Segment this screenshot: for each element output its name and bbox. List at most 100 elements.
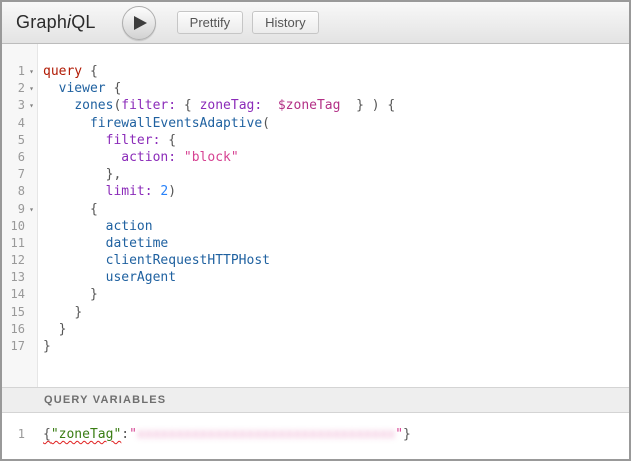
code-token <box>43 219 106 234</box>
query-editor[interactable]: 1▾query {2▾ viewer {3▾ zones(filter: { z… <box>2 44 629 387</box>
fold-gutter-spacer <box>25 166 38 183</box>
code-token: viewer <box>59 81 106 96</box>
code-line[interactable]: 15 } <box>2 304 629 321</box>
line-number: 1 <box>2 426 25 443</box>
code-line[interactable]: 6 action: "block" <box>2 149 629 166</box>
code-token: } <box>74 305 82 320</box>
code-token: { <box>43 427 51 442</box>
fold-arrow-icon[interactable]: ▾ <box>25 63 38 80</box>
line-number: 10 <box>2 218 25 235</box>
code-token <box>43 81 59 96</box>
code-text: datetime <box>38 235 168 252</box>
code-token <box>176 150 184 165</box>
query-code-lines: 1▾query {2▾ viewer {3▾ zones(filter: { z… <box>2 44 629 355</box>
code-token: query <box>43 64 82 79</box>
fold-gutter-spacer <box>25 132 38 149</box>
code-token <box>43 150 121 165</box>
code-line[interactable]: 11 datetime <box>2 235 629 252</box>
history-button[interactable]: History <box>252 11 318 34</box>
line-number: 7 <box>2 166 25 183</box>
code-line[interactable]: 3▾ zones(filter: { zoneTag: $zoneTag } )… <box>2 97 629 114</box>
code-text: {"zoneTag":"xxxxxxxxxxxxxxxxxxxxxxxxxxxx… <box>38 426 411 443</box>
app-title-part: QL <box>71 12 95 32</box>
code-token <box>43 98 74 113</box>
code-line[interactable]: 9▾ { <box>2 201 629 218</box>
fold-gutter-spacer <box>25 235 38 252</box>
code-line[interactable]: 13 userAgent <box>2 269 629 286</box>
code-token: $zoneTag <box>278 98 341 113</box>
code-line[interactable]: 1{"zoneTag":"xxxxxxxxxxxxxxxxxxxxxxxxxxx… <box>2 426 629 443</box>
code-token: } <box>43 339 51 354</box>
code-token: filter: <box>106 133 161 148</box>
line-number: 17 <box>2 338 25 355</box>
code-token: : <box>121 427 129 442</box>
code-text: } <box>38 304 82 321</box>
execute-query-button[interactable] <box>122 6 156 40</box>
code-text: clientRequestHTTPHost <box>38 252 270 269</box>
line-number: 8 <box>2 183 25 200</box>
line-number: 3 <box>2 97 25 114</box>
code-text: filter: { <box>38 132 176 149</box>
code-token <box>43 133 106 148</box>
code-token: zoneTag: <box>200 98 263 113</box>
fold-gutter-spacer <box>25 252 38 269</box>
code-token: ) <box>168 184 176 199</box>
code-token: limit: <box>106 184 153 199</box>
code-token: " <box>129 427 137 442</box>
line-number: 14 <box>2 286 25 303</box>
fold-gutter-spacer <box>25 115 38 132</box>
code-token: { <box>106 81 122 96</box>
code-line[interactable]: 14 } <box>2 286 629 303</box>
query-variables-editor[interactable]: 1{"zoneTag":"xxxxxxxxxxxxxxxxxxxxxxxxxxx… <box>2 413 629 459</box>
fold-arrow-icon[interactable]: ▾ <box>25 97 38 114</box>
line-number: 5 <box>2 132 25 149</box>
query-variables-header[interactable]: QUERY VARIABLES <box>2 387 629 413</box>
code-token <box>43 236 106 251</box>
code-text: limit: 2) <box>38 183 176 200</box>
code-token <box>43 305 74 320</box>
code-line[interactable]: 2▾ viewer { <box>2 80 629 97</box>
code-token <box>43 270 106 285</box>
code-token: }, <box>106 167 122 182</box>
query-variables-title: QUERY VARIABLES <box>44 394 166 406</box>
code-token: } ) { <box>340 98 395 113</box>
code-token <box>43 287 90 302</box>
code-token <box>43 116 90 131</box>
toolbar: GraphiQL Prettify History <box>2 2 629 44</box>
fold-arrow-icon[interactable]: ▾ <box>25 201 38 218</box>
prettify-button[interactable]: Prettify <box>177 11 243 34</box>
code-line[interactable]: 7 }, <box>2 166 629 183</box>
app-title-part: Graph <box>16 12 67 32</box>
code-line[interactable]: 10 action <box>2 218 629 235</box>
code-token <box>43 184 106 199</box>
fold-gutter-spacer <box>25 183 38 200</box>
code-token: firewallEventsAdaptive <box>90 116 262 131</box>
code-line[interactable]: 1▾query { <box>2 63 629 80</box>
code-line[interactable]: 16 } <box>2 321 629 338</box>
code-token: zones <box>74 98 113 113</box>
code-token: filter: <box>121 98 176 113</box>
code-line[interactable]: 5 filter: { <box>2 132 629 149</box>
code-token: { <box>90 202 98 217</box>
code-line[interactable]: 17} <box>2 338 629 355</box>
code-token: } <box>59 322 67 337</box>
fold-arrow-icon[interactable]: ▾ <box>25 80 38 97</box>
code-line[interactable]: 4 firewallEventsAdaptive( <box>2 115 629 132</box>
code-token: } <box>403 427 411 442</box>
code-text: zones(filter: { zoneTag: $zoneTag } ) { <box>38 97 395 114</box>
line-number: 16 <box>2 321 25 338</box>
code-line[interactable]: 12 clientRequestHTTPHost <box>2 252 629 269</box>
fold-gutter-spacer <box>25 269 38 286</box>
code-text: { <box>38 201 98 218</box>
code-token <box>43 253 106 268</box>
code-token: ( <box>262 116 270 131</box>
code-text: } <box>38 321 66 338</box>
play-icon <box>134 16 147 30</box>
line-number: 13 <box>2 269 25 286</box>
code-token: { <box>82 64 98 79</box>
code-line[interactable]: 8 limit: 2) <box>2 183 629 200</box>
code-token <box>43 167 106 182</box>
code-text: action <box>38 218 153 235</box>
variables-code-lines: 1{"zoneTag":"xxxxxxxxxxxxxxxxxxxxxxxxxxx… <box>2 413 629 443</box>
code-text: firewallEventsAdaptive( <box>38 115 270 132</box>
